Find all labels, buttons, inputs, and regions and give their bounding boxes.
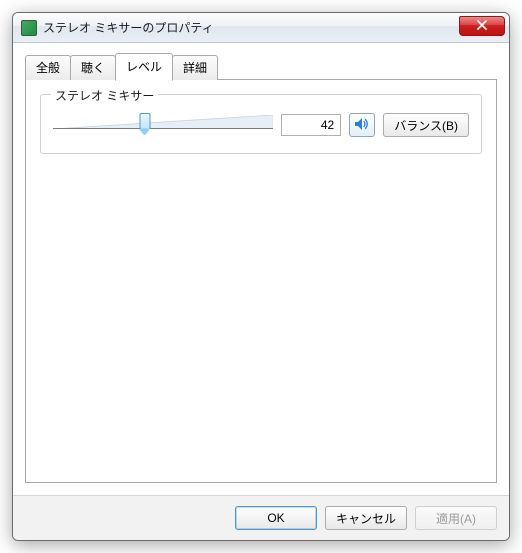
level-row: バランス(B) [53,111,469,139]
window-title: ステレオ ミキサーのプロパティ [43,19,214,36]
title-bar: ステレオ ミキサーのプロパティ [13,13,509,43]
close-icon [477,19,487,33]
close-button[interactable] [459,16,505,36]
slider-wedge-icon [53,115,273,129]
dialog-footer: OK キャンセル 適用(A) [13,495,509,540]
tab-advanced[interactable]: 詳細 [172,55,218,80]
tab-strip: 全般 聴く レベル 詳細 [25,53,497,80]
group-stereo-mixer: ステレオ ミキサー [40,94,482,154]
dialog-window: ステレオ ミキサーのプロパティ 全般 聴く レベル 詳細 ステレオ ミキサー [12,12,510,541]
volume-value-input[interactable] [281,114,341,136]
tab-listen[interactable]: 聴く [70,55,116,80]
cancel-button[interactable]: キャンセル [325,506,407,530]
group-label: ステレオ ミキサー [51,87,158,104]
app-icon [21,20,37,36]
balance-button[interactable]: バランス(B) [383,113,469,137]
tab-level[interactable]: レベル [115,53,173,81]
mute-button[interactable] [349,113,375,137]
ok-button[interactable]: OK [235,506,317,530]
client-area: 全般 聴く レベル 詳細 ステレオ ミキサー [13,43,509,495]
tab-general[interactable]: 全般 [25,55,71,80]
apply-button[interactable]: 適用(A) [415,506,497,530]
volume-slider[interactable] [53,111,273,139]
slider-thumb[interactable] [140,113,151,135]
tab-panel-level: ステレオ ミキサー [25,79,497,483]
speaker-icon [354,117,370,134]
